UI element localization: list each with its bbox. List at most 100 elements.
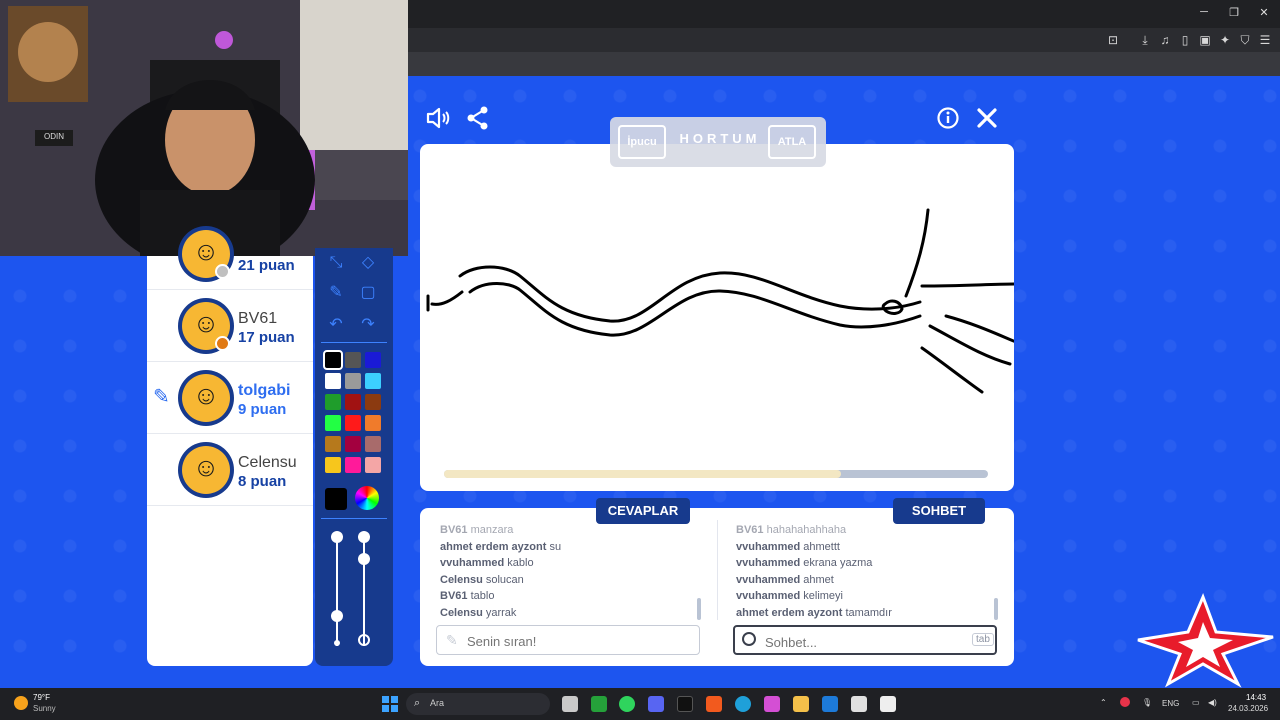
network-icon[interactable]: ▭ [1192,698,1200,707]
message-user: ahmet erdem ayzont [440,540,547,553]
edge-icon[interactable] [735,696,751,712]
fill-tool-icon[interactable]: ◇ [355,250,381,276]
player-row: ☺ 21 puan [147,218,313,290]
player-row: ☺ BV61 17 puan [147,290,313,362]
answers-tab[interactable]: CEVAPLAR [596,498,690,524]
color-swatch[interactable] [325,436,341,452]
chat-tab[interactable]: SOHBET [893,498,985,524]
brush-size-slider[interactable] [336,536,338,646]
undo-tool-icon[interactable]: ↶ [323,312,349,338]
download-icon[interactable]: ⤓ [1136,31,1154,49]
restore-icon[interactable]: ❐ [1224,6,1244,22]
language-indicator[interactable]: ENG [1162,699,1179,708]
message-text: su [549,540,562,553]
chat-message: vvuhammed kablo [440,555,710,572]
opacity-knob[interactable] [358,553,370,565]
player-avatar: ☺ [178,442,234,498]
mic-icon[interactable]: 🎙 [1142,698,1152,707]
color-swatch[interactable] [345,352,361,368]
line-tool-icon[interactable]: ⤡ [323,250,349,276]
share-icon[interactable] [464,104,492,132]
color-swatch[interactable] [325,457,341,473]
player-score: 21 puan [238,257,295,274]
wallet-icon[interactable]: ▣ [1196,31,1214,49]
divider [321,342,387,343]
message-text: tamamdır [845,606,892,619]
color-swatch[interactable] [345,436,361,452]
terminal-icon[interactable] [677,696,693,712]
clear-tool-icon[interactable]: ▢ [355,280,381,306]
mail-icon[interactable] [822,696,838,712]
answers-scrollbar[interactable] [697,598,701,620]
tray-expand-icon[interactable]: ⌃ [1100,698,1107,707]
app-icon[interactable] [880,696,896,712]
drawing-canvas[interactable] [420,144,1014,491]
taskbar-search[interactable]: ⌕ Ara [406,693,550,715]
color-swatch[interactable] [345,373,361,389]
chat-panel: CEVAPLAR SOHBET BV61 manzara ahmet erdem … [420,498,1014,666]
volume-icon[interactable]: ◀) [1208,698,1217,707]
redo-tool-icon[interactable]: ↷ [355,312,381,338]
music-icon[interactable]: ♫ [1156,31,1174,49]
drawing [426,208,1014,394]
folder-icon[interactable] [793,696,809,712]
clock-time[interactable]: 14:43 [1246,693,1266,702]
hint-button[interactable]: İpucu [618,125,666,159]
color-swatch[interactable] [365,352,381,368]
copilot-icon[interactable] [764,696,780,712]
answer-input[interactable] [467,631,667,651]
eyedropper-tool-icon[interactable]: ✎ [323,280,349,306]
menu-icon[interactable]: ☰ [1256,31,1274,49]
close-icon[interactable] [973,104,1001,132]
weather-icon[interactable] [14,696,28,710]
discord-icon[interactable] [648,696,664,712]
color-swatch[interactable] [345,457,361,473]
color-swatch[interactable] [365,457,381,473]
color-swatch[interactable] [365,394,381,410]
message-user: vvuhammed [736,557,801,570]
color-swatch[interactable] [365,436,381,452]
message-user: vvuhammed [736,590,801,603]
answer-input-box[interactable]: ✎ [436,625,700,655]
tray-app-icon[interactable] [1120,697,1130,707]
xbox-icon[interactable] [591,696,607,712]
store-icon[interactable] [851,696,867,712]
info-icon[interactable] [934,104,962,132]
chat-scrollbar[interactable] [994,598,998,620]
brave-icon[interactable] [706,696,722,712]
vpn-icon[interactable]: ⛉ [1236,31,1254,49]
close-window-icon[interactable]: ✕ [1254,6,1274,22]
ai-icon[interactable]: ✦ [1216,31,1234,49]
player-score: 17 puan [238,329,295,346]
color-swatch[interactable] [345,394,361,410]
sidebar-icon[interactable]: ▯ [1176,31,1194,49]
task-view-icon[interactable] [562,696,578,712]
opacity-knob-max[interactable] [358,531,370,543]
chat-input[interactable] [765,632,965,652]
minimize-icon[interactable]: ─ [1194,6,1214,22]
player-status-badge [215,264,230,279]
color-swatch[interactable] [325,415,341,431]
whatsapp-icon[interactable] [619,696,635,712]
color-swatch[interactable] [365,415,381,431]
chat-input-box[interactable]: tab [733,625,997,655]
color-swatch[interactable] [325,373,341,389]
tab-search-icon[interactable]: ⊡ [1104,31,1122,49]
smiley-icon: ☺ [192,236,220,266]
color-swatch[interactable] [323,350,343,370]
message-text: ahmettt [803,540,840,553]
color-swatch[interactable] [325,394,341,410]
smiley-icon: ☺ [192,452,220,482]
skip-button[interactable]: ATLA [768,125,816,159]
sound-icon[interactable] [424,104,452,132]
clock-date[interactable]: 24.03.2026 [1228,704,1268,713]
color-wheel-icon[interactable] [355,486,379,510]
color-swatch[interactable] [345,415,361,431]
color-swatch[interactable] [365,373,381,389]
weather-desc: Sunny [33,704,56,713]
brush-size-knob[interactable] [331,531,343,543]
windows-start-icon[interactable] [382,696,398,712]
message-user: BV61 [440,590,468,603]
brush-size-knob-min[interactable] [331,610,343,622]
player-list: ☺ 21 puan ☺ BV61 17 puan ☺ tolgabi 9 puan ✎ ☺ Cele… [147,226,313,666]
